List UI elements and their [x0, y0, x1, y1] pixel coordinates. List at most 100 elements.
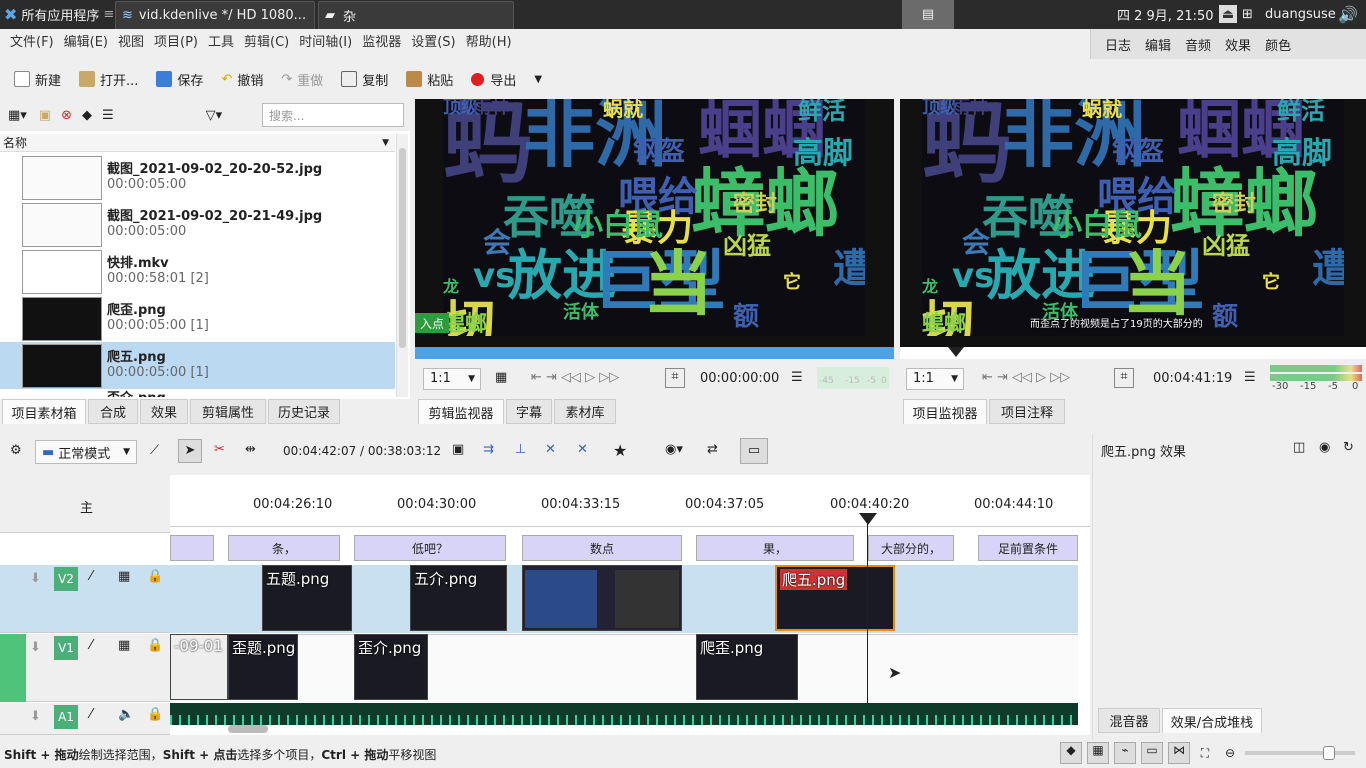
applications-menu[interactable]: ✖ 所有应用程序 ≡ [4, 0, 114, 29]
fit-zoom-icon[interactable]: ▣ [452, 442, 464, 457]
bin-menu-icon[interactable]: ☰ [102, 108, 114, 123]
clock[interactable]: 四 2 9月, 21:50 [1117, 0, 1214, 29]
project-monitor-view[interactable]: 蚂非洲 蝈蝈 蟑螂 吞噬 放进 喂给 暴力 巨型当切 vs 会小白鼠 凶猛 密封 鲜活 蜗就 顶级 雨林 钢盔额… [900, 99, 1366, 359]
delete-clip-icon[interactable]: ⊗ [61, 108, 72, 123]
edit-mode-select[interactable]: ▬ 正常模式 ▼ [35, 440, 137, 464]
render-button[interactable]: 导出 ▼ [467, 64, 546, 94]
markers-icon[interactable]: ▭ [1141, 742, 1163, 764]
bin-clip-3[interactable]: 快排.mkv 00:00:58:01 [2] [0, 248, 395, 295]
track-name-v1[interactable]: V1 [54, 636, 78, 660]
bin-clip-4[interactable]: 爬歪.png 00:00:05:00 [1] [0, 295, 395, 342]
cut-tool-icon[interactable]: ✂ [214, 442, 225, 457]
tab-project-bin[interactable]: 项目素材箱 [2, 399, 86, 424]
compare-icon[interactable]: ◫ [1293, 440, 1305, 455]
track-lock-icon[interactable]: ⬇ [30, 709, 41, 724]
menu-help[interactable]: 帮助(H) [466, 31, 512, 50]
copy-button[interactable]: 复制 [337, 64, 392, 94]
layout-effects[interactable]: 效果 [1225, 35, 1251, 54]
timeline-clip[interactable]: 歪介.png [354, 634, 428, 700]
track-name-v2[interactable]: V2 [54, 567, 78, 591]
film-icon[interactable]: ▦ [118, 569, 130, 584]
eject-icon[interactable]: ⏏ [1219, 5, 1237, 23]
redo-button[interactable]: ↷ 重做 [277, 64, 327, 94]
menu-timeline[interactable]: 时间轴(I) [299, 31, 352, 50]
open-button[interactable]: 打开... [75, 64, 142, 94]
zoom-fit-icon[interactable]: ⛶ [1195, 746, 1215, 761]
tab-project-notes[interactable]: 项目注释 [989, 399, 1065, 424]
reset-icon[interactable]: ↻ [1343, 440, 1354, 455]
subtitle-item[interactable]: 足前置条件 [978, 535, 1078, 561]
waveform-icon[interactable]: ⌁ [1114, 742, 1136, 764]
subtitle-item[interactable]: 条， [228, 535, 340, 561]
effects-icon[interactable]: ⁄ [90, 707, 92, 722]
lock-icon[interactable]: 🔒 [147, 707, 163, 722]
add-clip-icon[interactable]: ▦▾ [8, 108, 27, 123]
layout-audio[interactable]: 音频 [1185, 35, 1211, 54]
track-settings-icon[interactable]: ⚙ [10, 443, 22, 458]
project-timecode[interactable]: 00:04:41:19 [1153, 371, 1232, 386]
timeline-clip-selected[interactable]: 爬五.png [775, 565, 895, 631]
track-lock-icon[interactable]: ⬇ [30, 640, 41, 655]
tab-compositions[interactable]: 合成 [88, 399, 138, 424]
subtitle-item[interactable] [170, 535, 214, 561]
crop-icon[interactable]: ⌗ [1114, 368, 1134, 388]
new-button[interactable]: 新建 [10, 64, 65, 94]
clip-zoom-select[interactable]: 1:1 ▼ [423, 368, 481, 390]
snap-icon[interactable]: ⋈ [1168, 742, 1190, 764]
track-name-a1[interactable]: A1 [54, 705, 78, 729]
mix-icon[interactable]: ⇄ [707, 442, 718, 457]
subtitle-item[interactable]: 数点 [522, 535, 682, 561]
bin-clip-2[interactable]: 截图_2021-09-02_20-21-49.jpg 00:00:05:00 [0, 201, 395, 248]
lock-icon[interactable]: 🔒 [147, 638, 163, 653]
tab-clip-monitor[interactable]: 剪辑监视器 [418, 399, 504, 424]
username[interactable]: duangsuse [1265, 0, 1336, 29]
seek-start-icon[interactable]: ⇤ ⇥ ◁◁ ▷ ▷▷ [531, 370, 619, 385]
menu-monitor[interactable]: 监视器 [362, 31, 401, 50]
layout-logging[interactable]: 日志 [1105, 35, 1131, 54]
clip-monitor-view[interactable]: 蚂非洲 蝈蝈 蟑螂 吞噬 放进 喂给 暴力 巨型当切 vs 会小白鼠 凶猛 密封 鲜活 蜗就 顶级 雨林 钢盔额… [415, 99, 894, 359]
project-monitor-ruler[interactable] [900, 347, 1366, 359]
tag-icon[interactable]: ◆ [1060, 742, 1082, 764]
film-icon[interactable]: ▦ [495, 370, 507, 385]
tab-history[interactable]: 历史记录 [268, 399, 340, 424]
menu-file[interactable]: 文件(F) [10, 31, 54, 50]
monitor-menu-icon[interactable]: ☰ [791, 370, 803, 385]
window-kdenlive[interactable]: ≋ vid.kdenlive */ HD 1080... [115, 1, 315, 30]
bin-clip-1[interactable]: 截图_2021-09-02_20-20-52.jpg 00:00:05:00 [0, 154, 395, 201]
playhead-marker[interactable] [948, 347, 964, 357]
mute-icon[interactable]: 🔈 [118, 707, 134, 722]
subtitle-item[interactable]: 低吧？ [354, 535, 506, 561]
paste-button[interactable]: 粘贴 [402, 64, 457, 94]
clip-monitor-ruler[interactable] [415, 347, 894, 359]
layout-color[interactable]: 颜色 [1265, 35, 1291, 54]
track-active-indicator[interactable] [0, 634, 26, 702]
track-header-a1[interactable]: ⬇ A1 ⁄ 🔈 🔒 [0, 703, 170, 735]
track-header-v2[interactable]: ⬇ V2 ⁄ ▦ 🔒 [0, 565, 170, 633]
timeline-playhead[interactable] [867, 513, 868, 705]
project-zoom-select[interactable]: 1:1 ▼ [906, 368, 964, 390]
volume-icon[interactable]: 🔊 [1338, 0, 1358, 29]
timeline-clip[interactable]: 五题.png [262, 565, 352, 631]
bin-scrollbar[interactable] [396, 134, 408, 397]
layout-editing[interactable]: 编辑 [1145, 35, 1171, 54]
subtitle-item[interactable]: 果， [696, 535, 854, 561]
timeline-clip[interactable]: 爬歪.png [696, 634, 798, 700]
timeline-clip[interactable]: 歪题.png [228, 634, 298, 700]
insert-icon[interactable]: ⇉ [483, 442, 494, 457]
eye-icon[interactable]: ◉ [1319, 440, 1330, 455]
menu-project[interactable]: 项目(P) [154, 31, 198, 50]
bin-search-input[interactable]: 搜索... [262, 103, 404, 127]
overwrite-icon[interactable]: ⊥ [515, 442, 526, 457]
subtitle-item[interactable]: 大部分的， [868, 535, 954, 561]
filter-icon[interactable]: ▽▾ [206, 108, 223, 123]
bin-clip-6[interactable]: 歪介.png [0, 389, 395, 397]
effects-icon[interactable]: ⁄ [90, 569, 92, 584]
track-header-v1[interactable]: ⬇ V1 ⁄ ▦ 🔒 [0, 634, 170, 702]
tab-project-monitor[interactable]: 项目监视器 [903, 399, 987, 424]
timeline-clip[interactable]: 五介.png [410, 565, 507, 631]
bin-clip-5[interactable]: 爬五.png 00:00:05:00 [1] [0, 342, 395, 389]
clip-timecode[interactable]: 00:00:00:00 [700, 371, 779, 386]
timeline-clip[interactable]: -09-01 [170, 634, 228, 700]
extract-icon[interactable]: ✕ [577, 442, 588, 457]
thumbnail-icon[interactable]: ▦ [1087, 742, 1109, 764]
